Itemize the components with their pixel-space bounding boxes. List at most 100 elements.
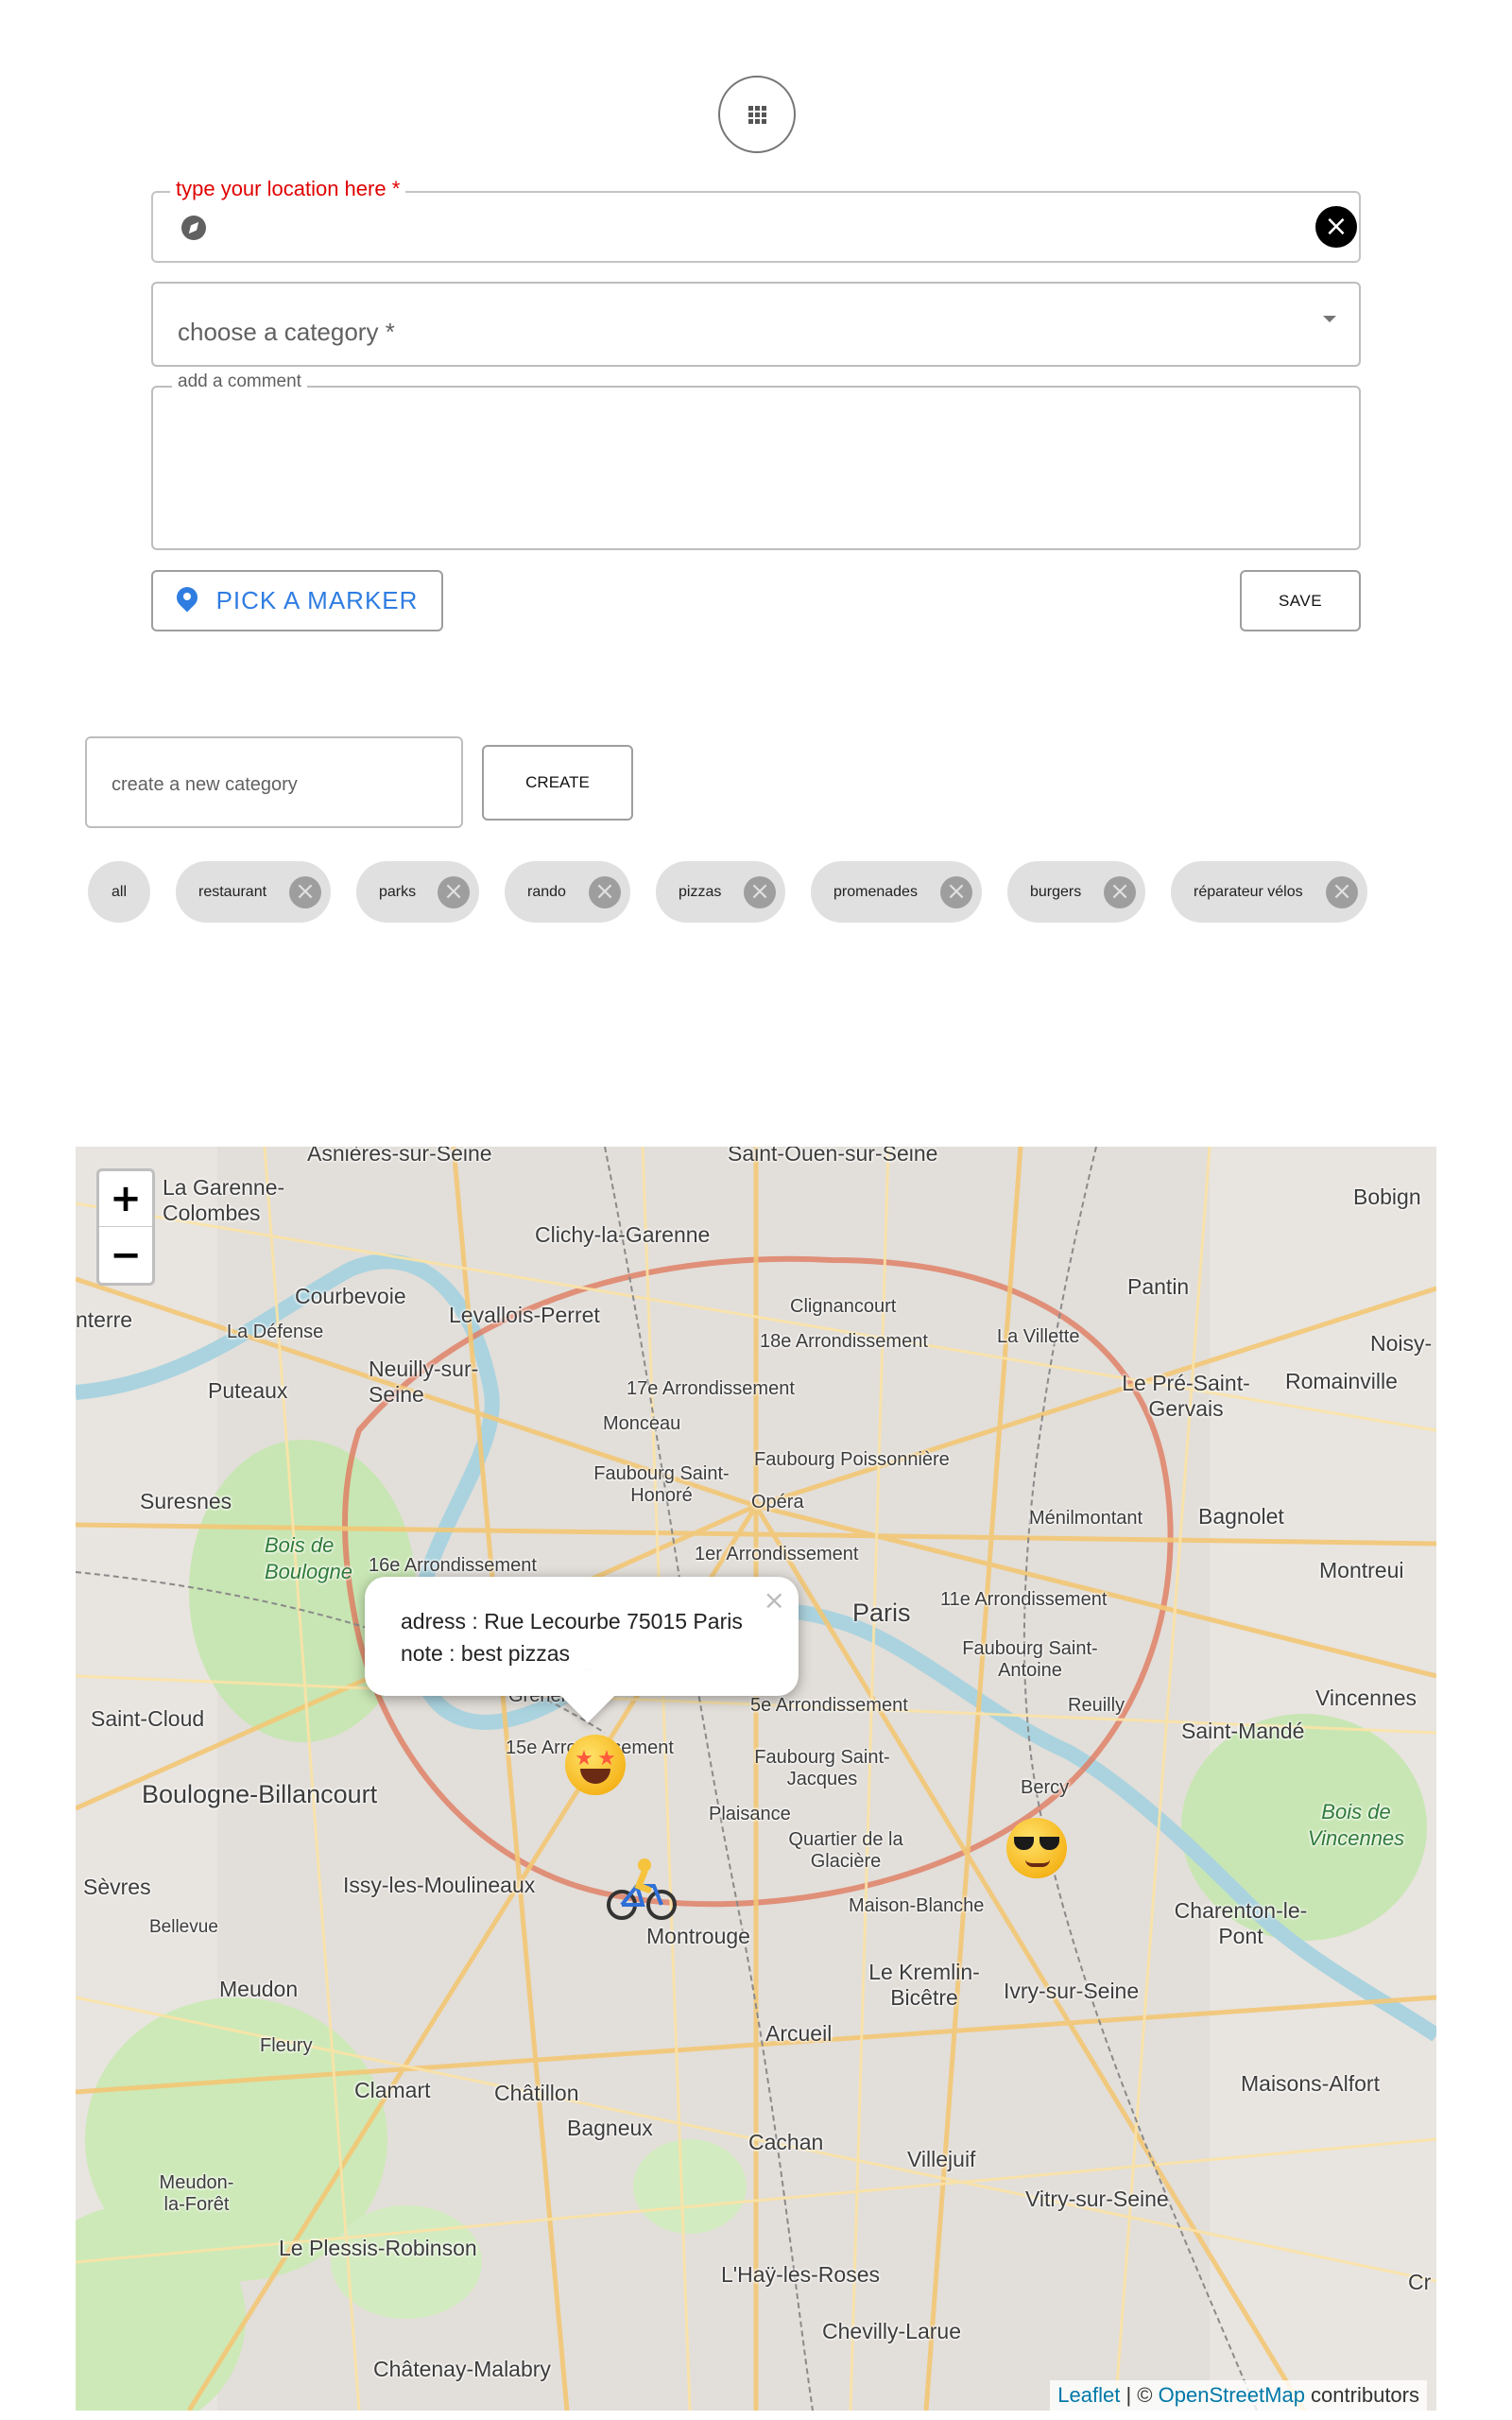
- map-label: Clignancourt: [790, 1296, 897, 1317]
- marker-popup: × adress : Rue Lecourbe 75015 Paris note…: [365, 1577, 799, 1723]
- map-label: Charenton-le-Pont: [1174, 1898, 1308, 1948]
- map-label: Asnières-sur-Seine: [307, 1147, 492, 1166]
- map-label: La Garenne-Colombes: [163, 1175, 285, 1225]
- chip-burgers[interactable]: burgers ×: [1007, 861, 1145, 923]
- save-button[interactable]: SAVE: [1240, 570, 1361, 631]
- chip-rando[interactable]: rando ×: [505, 861, 630, 923]
- attribution-rest: contributors: [1304, 2383, 1419, 2407]
- remove-chip-icon[interactable]: ×: [589, 876, 621, 908]
- map-label: 5e Arrondissement: [750, 1695, 908, 1716]
- category-select[interactable]: choose a category *: [151, 282, 1361, 367]
- chip-label: all: [111, 883, 127, 900]
- chip-label: promenades: [833, 883, 918, 900]
- chip-all[interactable]: all: [88, 861, 150, 923]
- map-label: 11e Arrondissement: [940, 1589, 1108, 1610]
- comment-label: add a comment: [172, 372, 307, 392]
- map-label: Quartier de la Glacière: [788, 1829, 903, 1872]
- chip-parks[interactable]: parks ×: [356, 861, 479, 923]
- map-label: Paris: [852, 1599, 911, 1627]
- attribution-separator: | ©: [1120, 2383, 1159, 2407]
- remove-chip-icon[interactable]: ×: [1104, 876, 1136, 908]
- category-placeholder: choose a category *: [178, 318, 395, 346]
- map-label: Le Pré-Saint-Gervais: [1122, 1371, 1250, 1421]
- map-label: Ivry-sur-Seine: [1004, 1979, 1140, 2003]
- map-label: Suresnes: [140, 1489, 232, 1513]
- map-label: Issy-les-Moulineaux: [343, 1873, 536, 1897]
- popup-note: note : best pizzas: [401, 1641, 570, 1666]
- close-icon[interactable]: ×: [764, 1584, 785, 1616]
- remove-chip-icon[interactable]: ×: [438, 876, 470, 908]
- map-label: Le Kremlin-Bicêtre: [868, 1960, 980, 2010]
- comment-textarea[interactable]: [151, 386, 1361, 550]
- chip-label: restaurant: [198, 883, 267, 900]
- remove-chip-icon[interactable]: ×: [940, 876, 972, 908]
- map-label: Fleury: [260, 2035, 313, 2056]
- map-label: Cachan: [748, 2130, 824, 2154]
- map-label: Montrouge: [646, 1924, 750, 1948]
- chip-restaurant[interactable]: restaurant ×: [176, 861, 331, 923]
- map-label: 1er Arrondissement: [695, 1544, 859, 1564]
- caret-down-icon: [1323, 316, 1336, 322]
- sunglasses-emoji-icon[interactable]: [1006, 1818, 1067, 1878]
- map-label: 18e Arrondissement: [760, 1331, 928, 1352]
- remove-chip-icon[interactable]: ×: [289, 876, 321, 908]
- map-label: Villejuif: [907, 2147, 976, 2171]
- map-label: Cr: [1408, 2270, 1432, 2294]
- remove-chip-icon[interactable]: ×: [1326, 876, 1358, 908]
- map-label: Vincennes: [1315, 1685, 1417, 1710]
- close-circle-icon[interactable]: ×: [1315, 206, 1357, 248]
- leaflet-map[interactable]: Asnières-sur-Seine Saint-Ouen-sur-Seine …: [76, 1147, 1436, 2411]
- map-label: Pantin: [1127, 1274, 1190, 1299]
- pick-marker-button[interactable]: PICK A MARKER: [151, 570, 443, 631]
- map-label: Saint-Mandé: [1181, 1719, 1305, 1743]
- zoom-in-button[interactable]: +: [99, 1171, 152, 1227]
- map-label: La Défense: [227, 1322, 324, 1342]
- chip-reparateur-velos[interactable]: réparateur vélos ×: [1171, 861, 1367, 923]
- map-label: Montreui: [1319, 1558, 1404, 1582]
- apps-menu-button[interactable]: [718, 76, 796, 153]
- map-label: Boulogne-Billancourt: [142, 1780, 378, 1808]
- new-category-input[interactable]: create a new category: [85, 736, 463, 828]
- star-struck-emoji-icon[interactable]: ★ ★: [565, 1735, 626, 1795]
- map-label: L'Haÿ-les-Roses: [721, 2262, 880, 2287]
- osm-link[interactable]: OpenStreetMap: [1159, 2383, 1305, 2407]
- map-label: Vitry-sur-Seine: [1025, 2187, 1169, 2211]
- map-label: Noisy-: [1370, 1331, 1433, 1356]
- map-label: Bercy: [1021, 1777, 1070, 1798]
- map-label: Clamart: [354, 2078, 431, 2102]
- map-label: 17e Arrondissement: [627, 1378, 795, 1399]
- create-category-button[interactable]: CREATE: [482, 745, 633, 821]
- chip-label: rando: [527, 883, 566, 900]
- map-label: Meudon: [219, 1977, 299, 2001]
- map-label: Sèvres: [83, 1875, 151, 1899]
- map-label: Châtillon: [494, 2081, 579, 2105]
- chip-promenades[interactable]: promenades ×: [811, 861, 982, 923]
- zoom-control: + −: [96, 1168, 155, 1286]
- map-label: Meudon-la-Forêt: [159, 2172, 234, 2215]
- leaflet-link[interactable]: Leaflet: [1057, 2383, 1120, 2407]
- map-label: Arcueil: [765, 2021, 833, 2046]
- chip-pizzas[interactable]: pizzas ×: [656, 861, 785, 923]
- location-label: type your location here *: [170, 177, 406, 201]
- remove-chip-icon[interactable]: ×: [744, 876, 776, 908]
- map-label: Courbevoie: [295, 1284, 406, 1308]
- category-chips: all restaurant × parks × rando × pizzas …: [88, 861, 1373, 923]
- map-label: Bellevue: [149, 1917, 218, 1937]
- pick-marker-label: PICK A MARKER: [215, 586, 419, 614]
- popup-tip-cover: [544, 1671, 639, 1696]
- map-label: La Villette: [997, 1326, 1080, 1347]
- map-label: Neuilly-sur-Seine: [369, 1357, 479, 1407]
- map-label: 16e Arrondissement: [369, 1555, 537, 1576]
- map-label: Puteaux: [208, 1378, 288, 1403]
- map-label: Bagnolet: [1198, 1504, 1284, 1529]
- map-label: nterre: [76, 1307, 133, 1332]
- chip-label: pizzas: [679, 883, 722, 900]
- map-label: Opéra: [751, 1492, 804, 1512]
- map-label: Maisons-Alfort: [1241, 2071, 1380, 2096]
- cyclist-emoji-icon[interactable]: [605, 1858, 680, 1924]
- chip-label: réparateur vélos: [1194, 883, 1303, 900]
- location-input[interactable]: ×: [151, 191, 1361, 263]
- zoom-out-button[interactable]: −: [99, 1227, 152, 1283]
- map-label: Saint-Cloud: [91, 1706, 205, 1731]
- map-label: Le Plessis-Robinson: [279, 2236, 477, 2260]
